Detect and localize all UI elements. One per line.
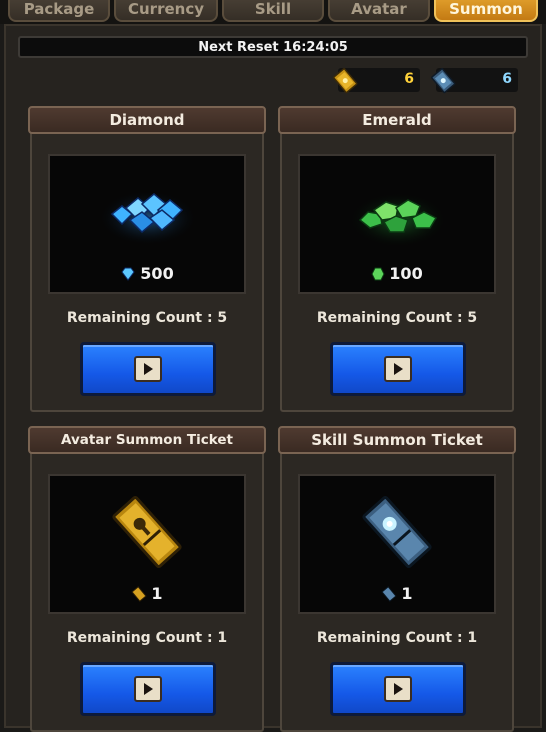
play-icon [384,356,412,382]
price-label: 100 [300,264,494,283]
card-title: Skill Summon Ticket [278,426,516,454]
skill-ticket-count: 6 [502,71,512,87]
skill-ticket-counter: 6 [431,68,518,94]
item-art-panel: 100 [298,154,496,294]
gold-ticket-icon [333,68,358,94]
tab-label: Avatar [351,0,407,18]
shop-card-emerald: Emerald 100 Remaining Count : 5 [278,106,516,412]
card-title-text: Avatar Summon Ticket [61,432,233,448]
tab-avatar[interactable]: Avatar [328,0,430,22]
emerald-icon [371,267,385,280]
shop-card-diamond: Diamond 500 Remaining Count : 5 [28,106,266,412]
tab-bar: Package Currency Skill Avatar Summon [0,0,546,24]
reset-timer-text: Next Reset 16:24:05 [198,39,348,55]
tab-label: Package [23,0,95,18]
price-value: 1 [401,584,413,603]
tab-label: Summon [449,0,523,18]
remaining-count: Remaining Count : 1 [66,630,228,646]
tab-skill[interactable]: Skill [222,0,324,22]
tab-summon[interactable]: Summon [434,0,538,22]
buy-emerald-button[interactable] [330,342,466,396]
reset-timer: Next Reset 16:24:05 [18,36,528,58]
price-value: 500 [140,264,174,283]
card-title: Diamond [28,106,266,134]
blue-ticket-icon [431,68,456,94]
shop-card-skill-ticket: Skill Summon Ticket 1 Remaining Count : … [278,426,516,732]
item-art-panel: 1 [48,474,246,614]
shop-card-avatar-ticket: Avatar Summon Ticket 1 Remaining Count :… [28,426,266,732]
diamond-icon [121,267,135,281]
buy-skill-ticket-button[interactable] [330,662,466,716]
card-title-text: Emerald [362,111,432,129]
play-icon [384,676,412,702]
tab-package[interactable]: Package [8,0,110,22]
remaining-count: Remaining Count : 1 [316,630,478,646]
card-title-text: Diamond [109,111,185,129]
blue-ticket-icon [381,585,398,602]
play-icon [134,676,162,702]
buy-avatar-ticket-button[interactable] [80,662,216,716]
gold-ticket-icon [131,585,148,602]
tab-currency[interactable]: Currency [114,0,218,22]
buy-diamond-button[interactable] [80,342,216,396]
card-title-text: Skill Summon Ticket [311,431,483,449]
tab-label: Skill [254,0,292,18]
price-value: 100 [389,264,423,283]
remaining-count: Remaining Count : 5 [316,310,478,326]
item-art-panel: 500 [48,154,246,294]
tab-label: Currency [127,0,204,18]
item-art-panel: 1 [298,474,496,614]
card-title: Avatar Summon Ticket [28,426,266,454]
card-title: Emerald [278,106,516,134]
remaining-count: Remaining Count : 5 [66,310,228,326]
price-label: 1 [300,584,494,603]
avatar-ticket-count: 6 [404,71,414,87]
avatar-ticket-counter: 6 [333,68,420,94]
play-icon [134,356,162,382]
price-label: 1 [50,584,244,603]
price-value: 1 [151,584,163,603]
price-label: 500 [50,264,244,283]
